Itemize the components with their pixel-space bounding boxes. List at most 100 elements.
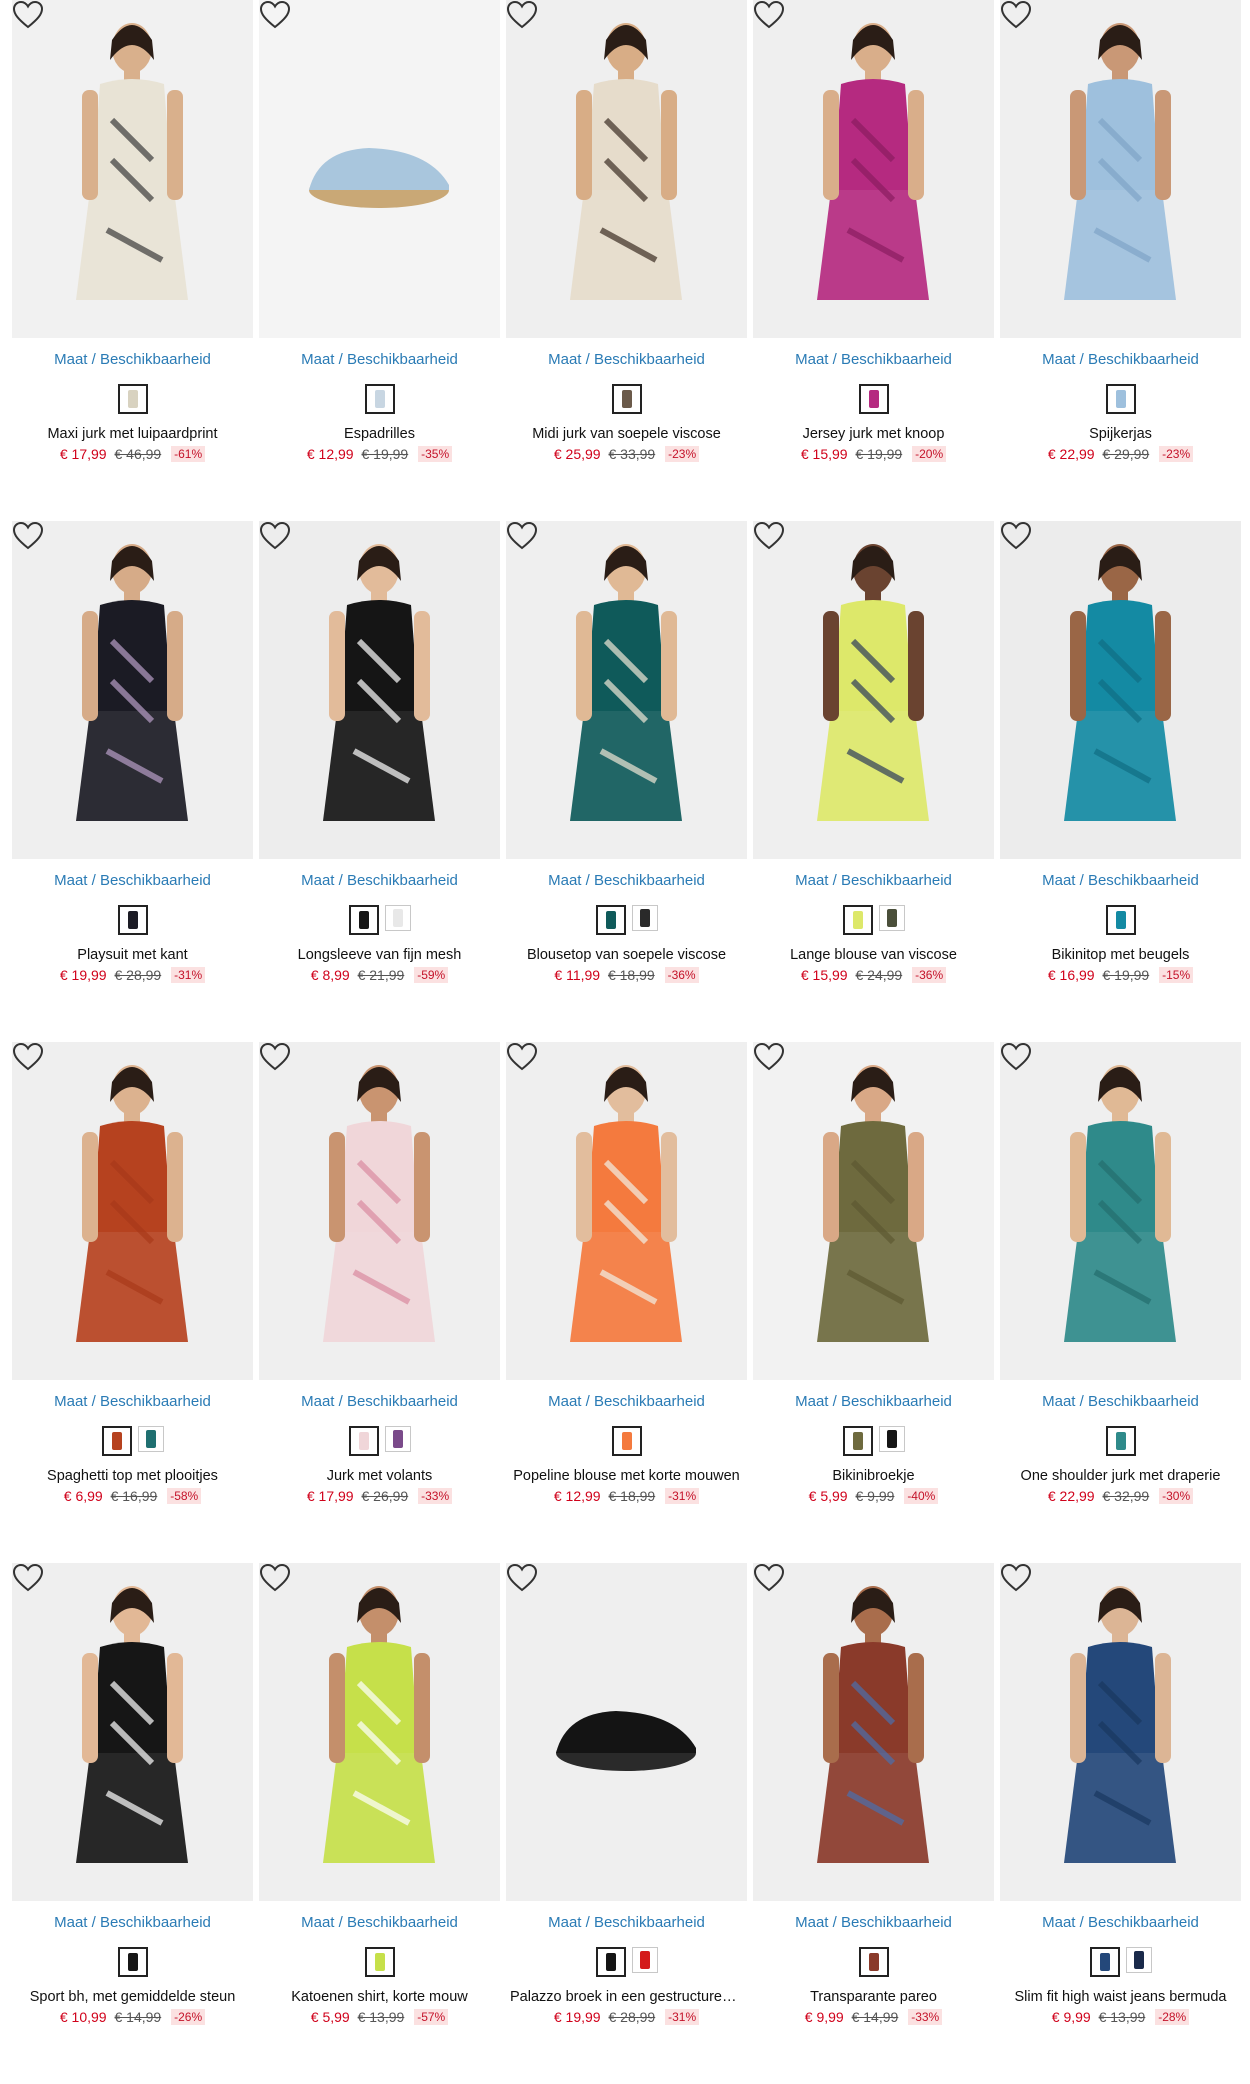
product-name[interactable]: One shoulder jurk met draperie [1000, 1466, 1241, 1486]
color-swatch[interactable] [595, 905, 626, 935]
product-card[interactable]: Maat / Beschikbaarheid Katoenen shirt, k… [259, 1563, 500, 2084]
color-swatch[interactable] [364, 384, 395, 414]
size-availability-link[interactable]: Maat / Beschikbaarheid [12, 871, 253, 891]
product-name[interactable]: Espadrilles [259, 424, 500, 444]
wishlist-heart-icon[interactable] [506, 521, 538, 551]
product-card[interactable]: Maat / Beschikbaarheid Espadrilles € 12,… [259, 0, 500, 521]
color-swatch[interactable] [1125, 1947, 1152, 1973]
wishlist-heart-icon[interactable] [506, 1563, 538, 1593]
size-availability-link[interactable]: Maat / Beschikbaarheid [1000, 1913, 1241, 1933]
product-image[interactable] [506, 1042, 747, 1380]
product-image[interactable] [12, 1563, 253, 1901]
wishlist-heart-icon[interactable] [1000, 1563, 1032, 1593]
size-availability-link[interactable]: Maat / Beschikbaarheid [1000, 871, 1241, 891]
wishlist-heart-icon[interactable] [12, 521, 44, 551]
product-image[interactable] [259, 1042, 500, 1380]
color-swatch[interactable] [611, 1426, 642, 1456]
product-image[interactable] [12, 0, 253, 338]
color-swatch[interactable] [842, 905, 873, 935]
product-image[interactable] [1000, 0, 1241, 338]
product-image[interactable] [12, 521, 253, 859]
wishlist-heart-icon[interactable] [753, 1042, 785, 1072]
product-name[interactable]: Lange blouse van viscose [753, 945, 994, 965]
product-card[interactable]: Maat / Beschikbaarheid Transparante pare… [753, 1563, 994, 2084]
color-swatch[interactable] [117, 905, 148, 935]
product-name[interactable]: Palazzo broek in een gestructureer... [506, 1987, 747, 2007]
product-image[interactable] [12, 1042, 253, 1380]
size-availability-link[interactable]: Maat / Beschikbaarheid [259, 1392, 500, 1412]
product-name[interactable]: Spijkerjas [1000, 424, 1241, 444]
product-card[interactable]: Maat / Beschikbaarheid Sport bh, met gem… [12, 1563, 253, 2084]
product-image[interactable] [1000, 1563, 1241, 1901]
product-image[interactable] [753, 1042, 994, 1380]
wishlist-heart-icon[interactable] [12, 0, 44, 30]
product-name[interactable]: Katoenen shirt, korte mouw [259, 1987, 500, 2007]
color-swatch[interactable] [117, 1947, 148, 1977]
product-name[interactable]: Bikinitop met beugels [1000, 945, 1241, 965]
size-availability-link[interactable]: Maat / Beschikbaarheid [1000, 1392, 1241, 1412]
color-swatch[interactable] [595, 1947, 626, 1977]
product-name[interactable]: Blousetop van soepele viscose [506, 945, 747, 965]
size-availability-link[interactable]: Maat / Beschikbaarheid [12, 1913, 253, 1933]
product-image[interactable] [753, 521, 994, 859]
size-availability-link[interactable]: Maat / Beschikbaarheid [506, 1913, 747, 1933]
color-swatch[interactable] [878, 905, 905, 931]
wishlist-heart-icon[interactable] [753, 521, 785, 551]
wishlist-heart-icon[interactable] [753, 0, 785, 30]
wishlist-heart-icon[interactable] [1000, 521, 1032, 551]
product-card[interactable]: Maat / Beschikbaarheid Popeline blouse m… [506, 1042, 747, 1563]
product-card[interactable]: Maat / Beschikbaarheid Bikinitop met beu… [1000, 521, 1241, 1042]
product-card[interactable]: Maat / Beschikbaarheid Blousetop van soe… [506, 521, 747, 1042]
color-swatch[interactable] [858, 1947, 889, 1977]
product-card[interactable]: Maat / Beschikbaarheid Slim fit high wai… [1000, 1563, 1241, 2084]
product-name[interactable]: Sport bh, met gemiddelde steun [12, 1987, 253, 2007]
color-swatch[interactable] [117, 384, 148, 414]
wishlist-heart-icon[interactable] [1000, 0, 1032, 30]
color-swatch[interactable] [348, 905, 379, 935]
product-name[interactable]: Jersey jurk met knoop [753, 424, 994, 444]
color-swatch[interactable] [1105, 905, 1136, 935]
product-name[interactable]: Playsuit met kant [12, 945, 253, 965]
wishlist-heart-icon[interactable] [506, 0, 538, 30]
color-swatch[interactable] [842, 1426, 873, 1456]
color-swatch[interactable] [137, 1426, 164, 1452]
color-swatch[interactable] [878, 1426, 905, 1452]
product-card[interactable]: Maat / Beschikbaarheid Maxi jurk met lui… [12, 0, 253, 521]
product-card[interactable]: Maat / Beschikbaarheid Bikinibroekje € 5… [753, 1042, 994, 1563]
color-swatch[interactable] [631, 905, 658, 931]
size-availability-link[interactable]: Maat / Beschikbaarheid [753, 1913, 994, 1933]
product-image[interactable] [259, 0, 500, 338]
product-name[interactable]: Jurk met volants [259, 1466, 500, 1486]
color-swatch[interactable] [348, 1426, 379, 1456]
product-card[interactable]: Maat / Beschikbaarheid Jurk met volants … [259, 1042, 500, 1563]
product-name[interactable]: Midi jurk van soepele viscose [506, 424, 747, 444]
product-name[interactable]: Slim fit high waist jeans bermuda [1000, 1987, 1241, 2007]
color-swatch[interactable] [101, 1426, 132, 1456]
wishlist-heart-icon[interactable] [753, 1563, 785, 1593]
size-availability-link[interactable]: Maat / Beschikbaarheid [12, 350, 253, 370]
product-image[interactable] [506, 0, 747, 338]
color-swatch[interactable] [611, 384, 642, 414]
size-availability-link[interactable]: Maat / Beschikbaarheid [753, 1392, 994, 1412]
color-swatch[interactable] [1105, 384, 1136, 414]
product-name[interactable]: Popeline blouse met korte mouwen [506, 1466, 747, 1486]
color-swatch[interactable] [364, 1947, 395, 1977]
product-image[interactable] [753, 1563, 994, 1901]
product-card[interactable]: Maat / Beschikbaarheid Playsuit met kant… [12, 521, 253, 1042]
size-availability-link[interactable]: Maat / Beschikbaarheid [753, 350, 994, 370]
color-swatch[interactable] [1089, 1947, 1120, 1977]
color-swatch[interactable] [1105, 1426, 1136, 1456]
product-name[interactable]: Spaghetti top met plooitjes [12, 1466, 253, 1486]
product-image[interactable] [259, 1563, 500, 1901]
wishlist-heart-icon[interactable] [506, 1042, 538, 1072]
color-swatch[interactable] [384, 1426, 411, 1452]
color-swatch[interactable] [858, 384, 889, 414]
product-image[interactable] [1000, 521, 1241, 859]
size-availability-link[interactable]: Maat / Beschikbaarheid [506, 871, 747, 891]
wishlist-heart-icon[interactable] [259, 521, 291, 551]
wishlist-heart-icon[interactable] [259, 1042, 291, 1072]
product-name[interactable]: Transparante pareo [753, 1987, 994, 2007]
product-card[interactable]: Maat / Beschikbaarheid Midi jurk van soe… [506, 0, 747, 521]
product-image[interactable] [753, 0, 994, 338]
product-card[interactable]: Maat / Beschikbaarheid Jersey jurk met k… [753, 0, 994, 521]
